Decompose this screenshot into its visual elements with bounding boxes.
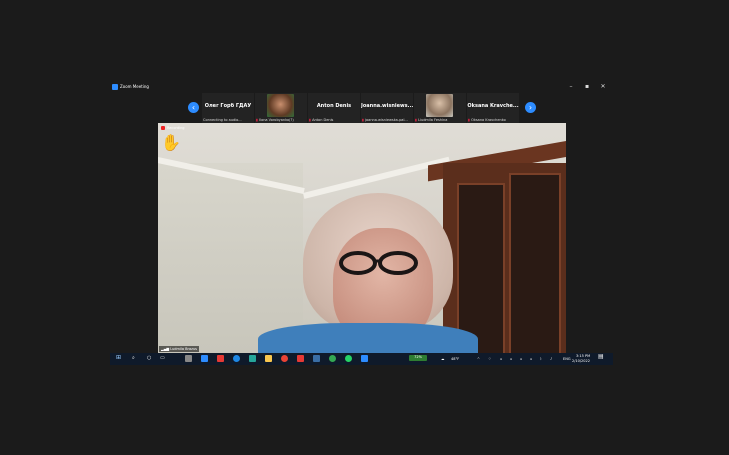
window-title: Zoom Meeting [120, 84, 149, 89]
pdf-icon[interactable] [297, 355, 304, 362]
video-wall [158, 163, 303, 353]
bookcase [443, 163, 566, 353]
muted-mic-icon: ▮ [256, 118, 258, 122]
language-indicator[interactable]: ENG [563, 357, 571, 361]
signal-icon: ▂▄▆ [161, 347, 170, 351]
participant-caption: ▮ Ilona Vorobyanko(?) [256, 118, 294, 122]
participant-gallery-strip: ‹ Олег Горб ГДАУ Connecting to audio... … [110, 93, 613, 123]
muted-mic-icon: ▮ [309, 118, 311, 122]
bookcase-glass [457, 183, 505, 353]
gallery-prev-button[interactable]: ‹ [188, 102, 199, 113]
raised-hand-icon: ✋ [161, 133, 181, 152]
participant-video [267, 94, 294, 117]
participant-caption: ▮ Liudmila Feshina [415, 118, 448, 122]
wifi-icon[interactable]: ⌇ [540, 357, 542, 361]
tray-arrow-icon[interactable]: ^ [477, 357, 480, 361]
muted-mic-icon: ▮ [468, 118, 470, 122]
recording-indicator: Recording [161, 126, 185, 130]
participant-tile[interactable]: Олег Горб ГДАУ Connecting to audio... [202, 93, 254, 123]
muted-mic-icon: ▮ [362, 118, 364, 122]
search-icon[interactable]: ⌕ [132, 356, 135, 361]
clock-date[interactable]: 2/10/2022 [572, 359, 590, 363]
widgets-icon[interactable]: ▭ [160, 356, 165, 361]
weather-temp[interactable]: 48°F [451, 357, 459, 361]
participant-tile[interactable]: Oksana Kravche... ▮ Oksana Kravchenko [467, 93, 519, 123]
participant-name: Олег Горб ГДАУ [204, 103, 252, 109]
chrome-icon[interactable] [281, 355, 288, 362]
speaker-name-tag: ▂▄▆ Ludmila Brazus [159, 346, 200, 352]
app-icon[interactable] [217, 355, 224, 362]
zoom-icon[interactable] [361, 355, 368, 362]
zoom-logo-icon [112, 84, 118, 90]
participant-tile[interactable]: Joanna.wisniews... ▮ joanna.wisniewska-p… [361, 93, 413, 123]
active-speaker-video[interactable]: Recording ✋ ▂▄▆ Ludmila Brazus [158, 123, 566, 353]
close-button[interactable]: ✕ [598, 82, 608, 92]
maximize-button[interactable]: ▪ [582, 82, 592, 92]
minimize-button[interactable]: – [566, 82, 576, 92]
task-view-icon[interactable]: ○ [147, 356, 151, 361]
clock-time[interactable]: 3:15 PM [576, 354, 590, 358]
participant-caption: ▮ joanna.wisniewska-pal... [362, 118, 408, 122]
windows-taskbar: ⊞ ⌕ ○ ▭ 72% ☁ 48°F ^ ⌔ ▫ ▫ ▫ ▫ ⌇ ♪ ENG 3… [110, 353, 613, 365]
app-icon[interactable] [329, 355, 336, 362]
gallery-next-button[interactable]: › [525, 102, 536, 113]
network-icon[interactable]: ⌔ [488, 357, 491, 361]
muted-mic-icon: ▮ [415, 118, 417, 122]
participant-tile[interactable]: Anton Denis ▮ Anton Denis [308, 93, 360, 123]
tray-icon[interactable]: ▫ [500, 357, 502, 361]
person-sweater [258, 323, 478, 353]
participant-name: Oksana Kravche... [467, 103, 519, 109]
volume-icon[interactable]: ♪ [550, 357, 552, 361]
participant-caption: Connecting to audio... [203, 118, 242, 122]
participant-tile[interactable]: ▮ Ilona Vorobyanko(?) [255, 93, 307, 123]
whatsapp-icon[interactable] [345, 355, 352, 362]
glasses [339, 251, 418, 275]
file-explorer-icon[interactable] [265, 355, 272, 362]
participant-caption: ▮ Oksana Kravchenko [468, 118, 506, 122]
participant-video [426, 94, 453, 117]
bookcase-glass [509, 173, 561, 353]
windows-start-icon[interactable]: ⊞ [116, 355, 121, 361]
record-dot-icon [161, 126, 165, 130]
tray-icon[interactable]: ▫ [510, 357, 512, 361]
mail-icon[interactable] [201, 355, 208, 362]
participant-caption: ▮ Anton Denis [309, 118, 334, 122]
app-icon[interactable] [313, 355, 320, 362]
participant-name: Anton Denis [316, 103, 352, 109]
zoom-title-bar: Zoom Meeting – ▪ ✕ [110, 81, 613, 93]
app-icon[interactable] [185, 355, 192, 362]
tray-icon[interactable]: ▫ [530, 357, 532, 361]
tray-icon[interactable]: ▫ [520, 357, 522, 361]
participant-tile[interactable]: ▮ Liudmila Feshina [414, 93, 466, 123]
notification-icon[interactable]: ▤ [598, 354, 604, 360]
edge-icon[interactable] [233, 355, 240, 362]
participant-name: Joanna.wisniews... [361, 103, 413, 109]
battery-indicator[interactable]: 72% [409, 355, 427, 361]
weather-cloud-icon[interactable]: ☁ [441, 357, 445, 361]
app-icon[interactable] [249, 355, 256, 362]
